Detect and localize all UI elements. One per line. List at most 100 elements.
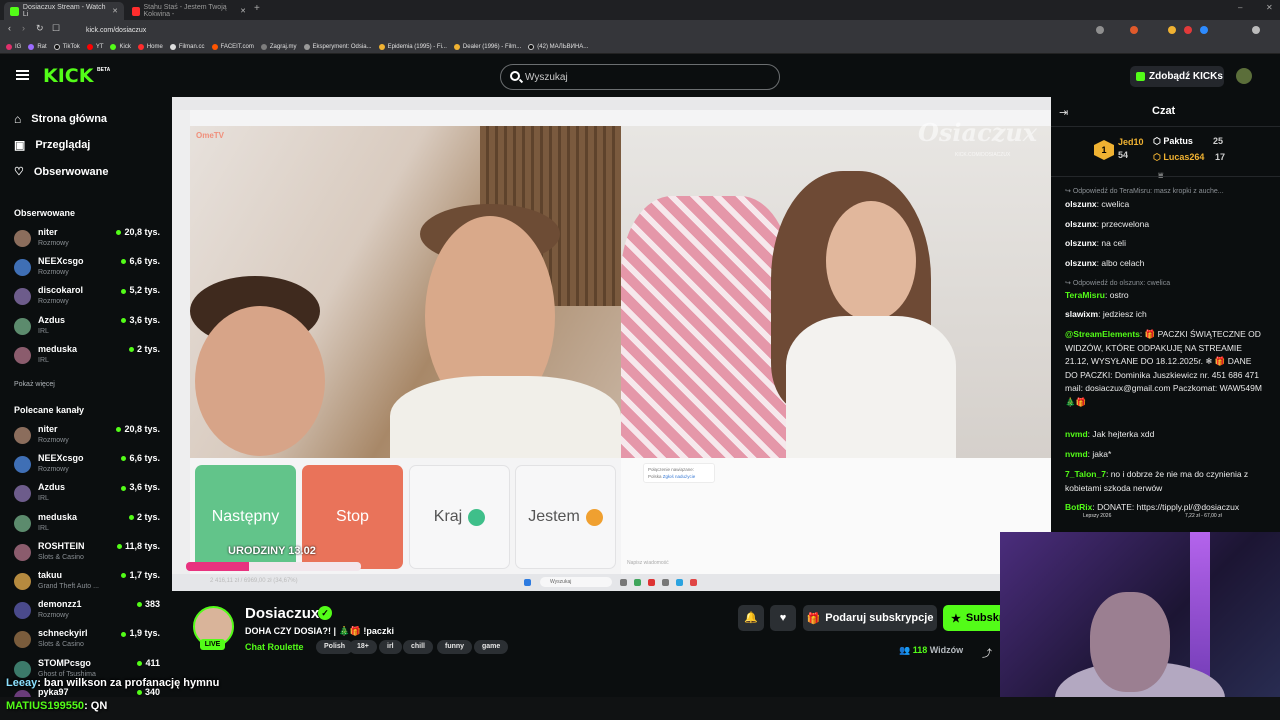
browser-tab[interactable]: Stahu Staś - Jestem Twoją Kokwina - ✕ (126, 2, 252, 20)
reply-icon: ↪ (1065, 280, 1073, 287)
channel-list-name: discokarol (38, 285, 84, 296)
channel-list-item[interactable]: takuu Grand Theft Auto ... 1,7 tys. (14, 570, 164, 598)
back-icon[interactable]: ‹ (8, 23, 11, 33)
live-dot-icon (121, 573, 127, 579)
live-dot-icon (136, 602, 142, 608)
get-kicks-button[interactable]: Zdobądź KICKs (1130, 66, 1224, 87)
notification-bell-button[interactable]: 🔔 (738, 605, 764, 631)
reload-icon[interactable]: ↻ (36, 23, 44, 34)
country-button[interactable]: Kraj (409, 465, 510, 569)
extension-icon[interactable] (1200, 26, 1208, 34)
tag-chip[interactable]: 18+ (349, 640, 377, 654)
channel-list-item[interactable]: NEEXcsgo Rozmowy 6,6 tys. (14, 453, 164, 481)
bookmark-item[interactable]: Rat (28, 43, 47, 50)
sidebar-nav-home[interactable]: ⌂ Strona główna (14, 112, 107, 126)
bookmark-item[interactable]: FACEIT.com (211, 43, 254, 50)
collapse-chat-icon[interactable]: ⇥ (1059, 106, 1068, 119)
extension-icon[interactable] (1168, 26, 1176, 34)
channel-list-item[interactable]: Azdus IRL 3,6 tys. (14, 315, 164, 343)
roulette-message-input[interactable]: Napisz wiadomość (623, 556, 799, 570)
bookmarks-bar: IG Rat TikTok YT Kick Home Filman.cc FAC… (0, 40, 1280, 54)
zoom-icon[interactable] (1096, 26, 1104, 34)
chat-username[interactable]: nvmd (1065, 429, 1088, 439)
stop-button[interactable]: Stop (302, 465, 403, 569)
channel-list-item[interactable]: meduska IRL 2 tys. (14, 344, 164, 372)
follow-button[interactable]: ♥ (770, 605, 796, 631)
chat-username[interactable]: olszunx (1065, 238, 1097, 248)
chat-username[interactable]: olszunx (1065, 199, 1097, 209)
chat-username[interactable]: BotRix (1065, 502, 1092, 512)
tag-chip[interactable]: Polish (316, 640, 354, 654)
chat-username[interactable]: slawixm (1065, 309, 1098, 319)
show-more-link[interactable]: Pokaż więcej (14, 381, 55, 388)
stream-category[interactable]: Chat Roulette (245, 642, 304, 652)
new-tab-icon[interactable]: + (254, 3, 260, 14)
chat-text: 🎁 PACZKI ŚWIĄTECZNE OD WIDZÓW, KTÓRE ODP… (1065, 329, 1262, 407)
extension-icon[interactable] (1184, 26, 1192, 34)
expand-leaderboard-icon[interactable]: ⩸ (1158, 170, 1163, 181)
kick-logo[interactable]: KICK (43, 65, 93, 87)
chat-message: TeraMisru: ostro (1065, 290, 1129, 300)
minimize-icon[interactable]: – (1238, 3, 1242, 12)
channel-list-item[interactable]: schneckyirl Slots & Casino 1,9 tys. (14, 628, 164, 656)
forward-icon[interactable]: › (22, 23, 25, 33)
chat-username[interactable]: olszunx (1065, 219, 1097, 229)
chat-username[interactable]: 7_Talon_7 (1065, 469, 1106, 479)
bookmark-item[interactable]: IG (6, 43, 21, 50)
tag-chip[interactable]: funny (437, 640, 473, 654)
bookmark-item[interactable]: (42) МАЛЬВИНА... (528, 43, 588, 50)
leaderboard-name[interactable]: Jed10 (1118, 137, 1144, 147)
chat-username[interactable]: olszunx (1065, 258, 1097, 268)
bookmark-item[interactable]: Zagraj.my (260, 43, 297, 50)
leaderboard-name[interactable]: ⬡ Paktus (1153, 136, 1193, 147)
viewer-count: 👥 118 Widzów (899, 645, 964, 655)
bookmark-page-icon[interactable]: ☐ (52, 23, 60, 34)
channel-avatar (14, 514, 31, 532)
user-avatar[interactable] (1236, 68, 1252, 84)
chat-text: albo celach (1101, 258, 1145, 268)
tag-chip[interactable]: irl (379, 640, 402, 654)
close-tab-icon[interactable]: ✕ (240, 7, 246, 15)
chat-username[interactable]: nvmd (1065, 449, 1088, 459)
tab-title: Dosiaczux Stream - Watch Li (22, 4, 106, 18)
close-tab-icon[interactable]: ✕ (112, 7, 118, 15)
tag-chip[interactable]: chill (403, 640, 434, 654)
bookmark-item[interactable]: Dealer (1996) - Film... (453, 43, 521, 50)
tag-chip[interactable]: game (474, 640, 509, 654)
channel-list-item[interactable]: NEEXcsgo Rozmowy 6,6 tys. (14, 256, 164, 284)
url-field[interactable]: kick.com/dosiaczux (78, 24, 1098, 37)
gift-subscription-button[interactable]: 🎁 Podaruj subskrypcje (803, 605, 937, 631)
verified-icon: ✓ (318, 606, 332, 620)
sidebar-nav-following[interactable]: ♡ Obserwowane (14, 165, 108, 179)
channel-list-item[interactable]: meduska IRL 2 tys. (14, 512, 164, 540)
bookmark-item[interactable]: Filman.cc (169, 43, 205, 50)
address-bar-row: ‹ › ↻ ☐ kick.com/dosiaczux (0, 20, 1280, 40)
bookmark-item[interactable]: YT (86, 43, 103, 50)
channel-list-item[interactable]: niter Rozmowy 20,8 tys. (14, 227, 164, 255)
channel-list-item[interactable]: discokarol Rozmowy 5,2 tys. (14, 285, 164, 313)
browser-tab-active[interactable]: Dosiaczux Stream - Watch Li ✕ (4, 2, 124, 20)
close-window-icon[interactable]: ✕ (1266, 3, 1273, 12)
channel-name[interactable]: Dosiaczux (245, 605, 319, 622)
menu-icon[interactable] (1252, 26, 1260, 34)
channel-list-item[interactable]: demonzz1 Rozmowy 383 (14, 599, 164, 627)
brave-shield-icon[interactable] (1130, 26, 1138, 34)
bookmark-item[interactable]: TikTok (53, 43, 80, 50)
sidebar-nav-browse[interactable]: ▣ Przeglądaj (14, 138, 90, 152)
chat-username[interactable]: TeraMisru (1065, 290, 1105, 300)
bookmark-item[interactable]: Kick (110, 43, 131, 50)
chat-username[interactable]: @StreamElements (1065, 329, 1140, 339)
iam-button[interactable]: Jestem (515, 465, 616, 569)
channel-list-item[interactable]: ROSHTEIN Slots & Casino 11,8 tys. (14, 541, 164, 569)
bookmark-item[interactable]: Eksperyment: Odsia... (303, 43, 372, 50)
channel-list-item[interactable]: niter Rozmowy 20,8 tys. (14, 424, 164, 452)
share-icon[interactable]: ⤴ (982, 645, 992, 660)
bookmark-item[interactable]: Home (137, 43, 163, 50)
menu-icon[interactable] (16, 70, 29, 80)
leaderboard-name[interactable]: ⬡ Lucas264 (1153, 152, 1204, 163)
channel-list-item[interactable]: Azdus IRL 3,6 tys. (14, 482, 164, 510)
bookmark-item[interactable]: Epidemia (1995) - Fi... (378, 43, 447, 50)
search-bar[interactable] (500, 64, 780, 90)
search-input[interactable] (525, 68, 765, 86)
report-link[interactable]: Zgłoś nadużycie (663, 474, 696, 479)
